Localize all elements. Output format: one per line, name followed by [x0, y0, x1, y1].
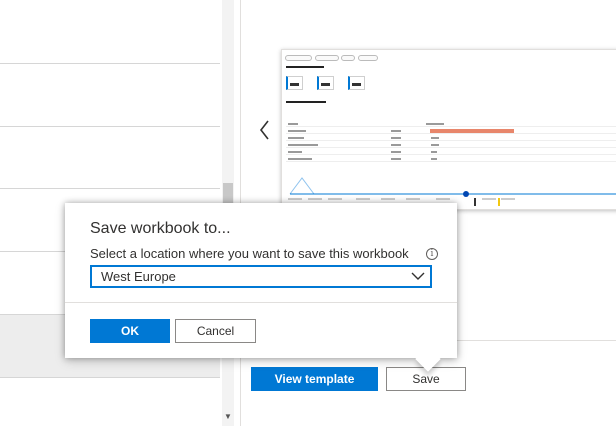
location-dropdown[interactable]: West Europe [90, 265, 432, 288]
list-item[interactable] [0, 0, 220, 64]
scroll-down-arrow-icon[interactable]: ▼ [223, 412, 233, 422]
list-item[interactable] [0, 127, 220, 189]
info-icon[interactable]: i [426, 248, 438, 260]
ok-button[interactable]: OK [90, 319, 170, 343]
dialog-divider [65, 302, 457, 303]
scrollbar-thumb[interactable] [223, 183, 233, 205]
view-template-button[interactable]: View template [251, 367, 378, 391]
chevron-left-icon[interactable] [255, 116, 275, 144]
chevron-down-icon [410, 269, 426, 283]
list-item[interactable] [0, 64, 220, 127]
template-preview-image [281, 49, 616, 210]
location-value: West Europe [101, 269, 176, 284]
location-label: Select a location where you want to save… [90, 246, 409, 261]
dialog-title: Save workbook to... [90, 220, 231, 237]
cancel-button[interactable]: Cancel [175, 319, 256, 343]
